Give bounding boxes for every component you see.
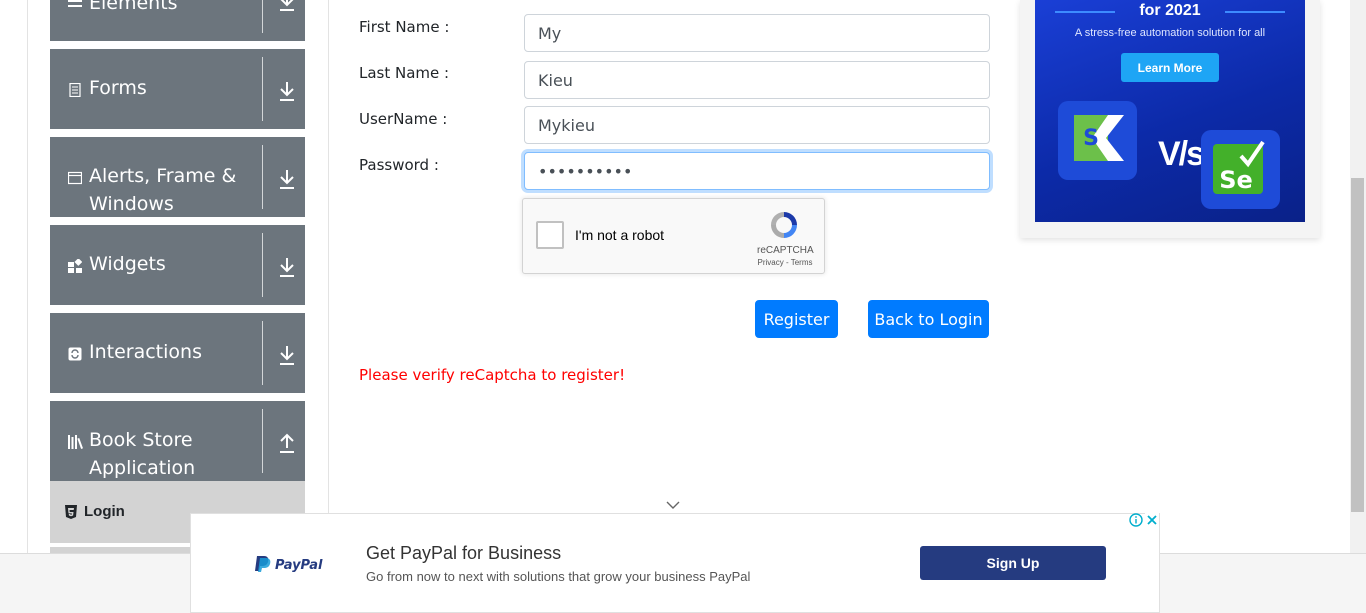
upload-icon[interactable] xyxy=(278,432,296,454)
sidebar-group-label-line2: Windows xyxy=(89,193,174,215)
sidebar-border-right xyxy=(328,0,329,553)
sidebar-item-label: Login xyxy=(84,503,125,520)
recaptcha-brand: reCAPTCHA xyxy=(757,245,814,256)
scrollbar-thumb[interactable] xyxy=(1351,178,1364,512)
sidebar-group-label: Interactions xyxy=(89,341,202,363)
first-name-input[interactable] xyxy=(524,14,990,52)
username-label: UserName : xyxy=(359,110,448,128)
ad-right-tagline: A stress-free automation solution for al… xyxy=(1074,27,1266,39)
sidebar-group-forms[interactable]: Forms xyxy=(50,49,305,129)
divider xyxy=(262,0,263,33)
sidebar-group-label: Alerts, Frame & xyxy=(89,165,237,187)
download-icon[interactable] xyxy=(278,344,296,366)
paypal-brand-text: PayPal xyxy=(275,558,323,573)
paypal-ad-title: Get PayPal for Business xyxy=(366,543,562,563)
divider xyxy=(262,321,263,385)
chevron-down-icon[interactable] xyxy=(666,500,680,510)
window-icon xyxy=(68,171,82,185)
recaptcha-widget: I'm not a robot reCAPTCHA Privacy - Term… xyxy=(522,198,825,274)
download-icon[interactable] xyxy=(278,80,296,102)
svg-text:S: S xyxy=(1083,126,1099,151)
ad-right-banner[interactable]: for 2021 A stress-free automation soluti… xyxy=(1035,0,1305,222)
svg-text:Se: Se xyxy=(1219,166,1253,194)
download-icon[interactable] xyxy=(278,168,296,190)
password-input[interactable] xyxy=(524,152,990,190)
sidebar-group-interactions[interactable]: Interactions xyxy=(50,313,305,393)
divider xyxy=(262,57,263,121)
sidebar-group-label-line2: Application xyxy=(89,457,196,479)
sidebar-group-elements[interactable]: Elements xyxy=(50,0,305,41)
last-name-label: Last Name : xyxy=(359,64,450,82)
ad-close-icon[interactable] xyxy=(1145,513,1159,527)
paypal-logo-icon: PayPal xyxy=(255,556,323,573)
sign-up-button[interactable]: Sign Up xyxy=(920,546,1106,580)
recaptcha-logo-icon xyxy=(771,212,797,238)
download-icon[interactable] xyxy=(278,0,296,12)
selenium-logo-icon: Se xyxy=(1201,130,1280,209)
register-button[interactable]: Register xyxy=(755,300,838,338)
last-name-input[interactable] xyxy=(524,61,990,99)
sidebar-group-label: Widgets xyxy=(89,253,166,275)
recaptcha-label: I'm not a robot xyxy=(575,227,665,243)
divider xyxy=(262,409,263,473)
katalon-logo-icon: S xyxy=(1058,101,1137,180)
password-label: Password : xyxy=(359,156,439,174)
sidebar-group-widgets[interactable]: Widgets xyxy=(50,225,305,305)
sidebar-group-label: Book Store xyxy=(89,429,193,451)
divider xyxy=(262,233,263,297)
ad-info-icon[interactable] xyxy=(1129,513,1143,527)
sidebar-border-left xyxy=(27,0,28,553)
books-icon xyxy=(68,435,83,449)
learn-more-button[interactable]: Learn More xyxy=(1121,53,1219,82)
page: Elements Forms Alerts, Frame & Windows W… xyxy=(0,0,1366,613)
interactions-icon xyxy=(68,347,82,361)
sidebar-group-label: Elements xyxy=(89,0,178,14)
recaptcha-checkbox[interactable] xyxy=(536,221,564,249)
username-input[interactable] xyxy=(524,106,990,144)
widgets-icon xyxy=(68,259,82,273)
html5-icon xyxy=(65,505,77,519)
paypal-ad-banner[interactable]: PayPal Get PayPal for Business Go from n… xyxy=(190,513,1160,613)
ad-right-headline: for 2021 xyxy=(1139,2,1201,19)
back-to-login-button[interactable]: Back to Login xyxy=(868,300,989,338)
ad-right-vs: V/s xyxy=(1158,135,1205,173)
sidebar-group-book-store[interactable]: Book Store Application xyxy=(50,401,305,481)
sidebar-group-label: Forms xyxy=(89,77,147,99)
paypal-ad-subtitle: Go from now to next with solutions that … xyxy=(366,569,751,584)
download-icon[interactable] xyxy=(278,256,296,278)
error-message: Please verify reCaptcha to register! xyxy=(359,366,626,384)
recaptcha-terms-link[interactable]: Privacy - Terms xyxy=(755,258,815,267)
sidebar-group-alerts-frame-windows[interactable]: Alerts, Frame & Windows xyxy=(50,137,305,217)
menu-icon xyxy=(68,0,82,7)
divider xyxy=(262,145,263,209)
first-name-label: First Name : xyxy=(359,18,450,36)
document-icon xyxy=(69,83,81,97)
